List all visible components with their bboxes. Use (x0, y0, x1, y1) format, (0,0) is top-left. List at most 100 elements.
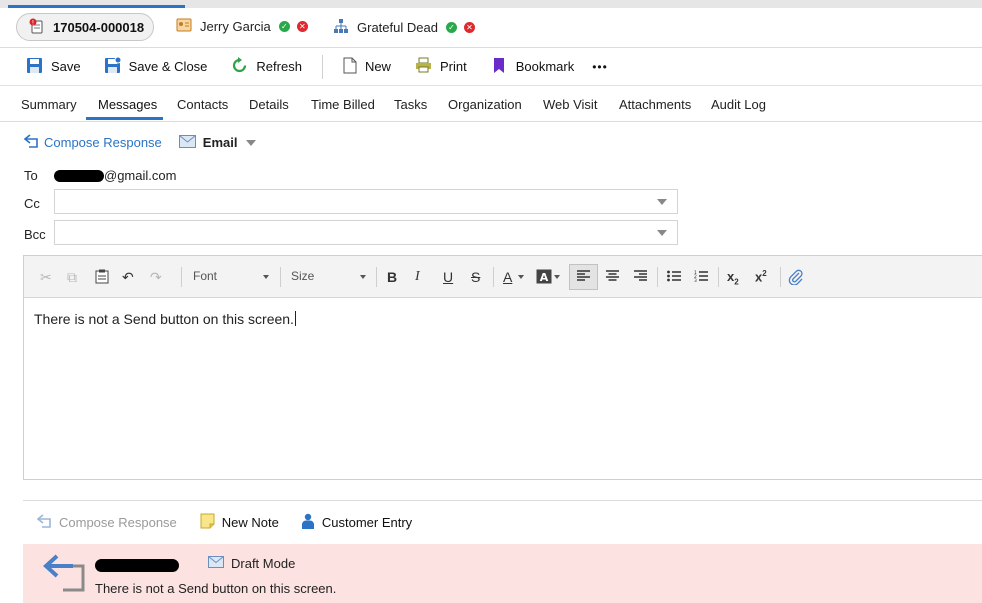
organization-tab[interactable]: Grateful Dead ✓ ✕ (333, 18, 475, 37)
toolbar-divider (493, 267, 494, 287)
bookmark-icon (493, 57, 505, 77)
save-close-icon (104, 56, 122, 77)
check-icon: ✓ (278, 21, 290, 32)
to-field[interactable]: @gmail.com (54, 168, 176, 183)
bold-icon[interactable]: B (387, 269, 397, 285)
printer-icon (415, 57, 432, 76)
email-envelope-icon (178, 134, 196, 151)
tab-summary[interactable]: Summary (21, 97, 77, 112)
floppy-disk-icon (26, 57, 43, 77)
compose-header: Compose Response Email (23, 134, 257, 151)
toolbar-divider (181, 267, 182, 287)
organization-name: Grateful Dead (357, 20, 438, 35)
save-close-button[interactable]: Save & Close (104, 56, 207, 77)
reply-arrow-icon (23, 134, 40, 151)
main-toolbar: Save Save & Close Refresh New Print Book… (0, 48, 982, 86)
italic-icon[interactable]: I (415, 269, 420, 285)
reply-arrow-icon (36, 514, 53, 531)
svg-text:A: A (540, 271, 549, 284)
to-label: To (24, 168, 38, 183)
redacted-address (54, 169, 104, 182)
save-label: Save (51, 59, 81, 74)
undo-icon[interactable]: ↶ (122, 269, 134, 286)
active-tab-underline (86, 117, 163, 120)
message-actions-bar: Compose Response New Note Customer Entry (23, 500, 982, 544)
channel-label: Email (202, 135, 238, 150)
new-document-icon (343, 57, 357, 77)
cc-input[interactable] (54, 189, 678, 214)
align-left-icon[interactable] (577, 269, 590, 285)
numbered-list-icon[interactable]: 123 (694, 269, 708, 285)
channel-selector[interactable]: Email (178, 134, 257, 151)
contact-name: Jerry Garcia (200, 19, 271, 34)
toolbar-divider (657, 267, 658, 287)
bullet-list-icon[interactable] (667, 269, 681, 285)
chevron-down-icon[interactable] (657, 199, 667, 205)
tab-organization[interactable]: Organization (448, 97, 522, 112)
strikethrough-icon[interactable]: S (471, 269, 480, 285)
close-icon[interactable]: ✕ (296, 21, 308, 32)
toolbar-divider (280, 267, 281, 287)
toolbar-divider (321, 54, 323, 79)
chevron-down-icon[interactable] (657, 230, 667, 236)
message-body-text: There is not a Send button on this scree… (34, 311, 294, 327)
save-button[interactable]: Save (26, 57, 81, 77)
tab-messages[interactable]: Messages (98, 97, 157, 112)
editor-toolbar: ✂ ⧉ ↶ ↷ Font Size B I U S A A 1 2 3 x2 x… (24, 256, 982, 298)
tab-audit-log[interactable]: Audit Log (711, 97, 766, 112)
check-icon: ✓ (445, 22, 457, 33)
draft-mode-indicator: Draft Mode (208, 556, 295, 571)
draft-mode-label: Draft Mode (231, 556, 296, 571)
tab-details[interactable]: Details (249, 97, 289, 112)
ticket-tab[interactable]: ! 170504-000018 (16, 13, 154, 41)
copy-icon[interactable]: ⧉ (67, 269, 77, 286)
org-hierarchy-icon (333, 18, 349, 37)
align-right-icon[interactable] (634, 269, 647, 285)
tab-tasks[interactable]: Tasks (394, 97, 427, 112)
print-label: Print (439, 59, 467, 74)
cut-icon[interactable]: ✂ (40, 269, 52, 286)
bookmark-button[interactable]: Bookmark (493, 57, 574, 77)
more-options-button[interactable]: ••• (592, 60, 608, 74)
subscript-icon[interactable]: x2 (727, 269, 739, 287)
new-note-button[interactable]: New Note (200, 513, 279, 532)
font-select[interactable]: Font (193, 269, 217, 283)
paste-icon[interactable] (95, 269, 109, 287)
size-select[interactable]: Size (291, 269, 314, 283)
bcc-input[interactable] (54, 220, 678, 245)
refresh-button[interactable]: Refresh (231, 56, 302, 77)
superscript-icon[interactable]: x2 (755, 269, 767, 284)
reply-arrow-icon (43, 554, 89, 597)
redo-icon[interactable]: ↷ (150, 269, 162, 286)
refresh-label: Refresh (256, 59, 302, 74)
tab-web-visit[interactable]: Web Visit (543, 97, 597, 112)
align-center-icon[interactable] (606, 269, 619, 285)
ticket-icon: ! (29, 18, 45, 37)
contact-tab[interactable]: Jerry Garcia ✓ ✕ (176, 18, 308, 35)
print-button[interactable]: Print (415, 57, 467, 76)
cc-label: Cc (24, 196, 40, 211)
compose-response-button-disabled[interactable]: Compose Response (36, 514, 177, 531)
underline-icon[interactable]: U (443, 269, 453, 285)
chevron-down-icon (360, 275, 366, 279)
font-color-icon[interactable]: A (503, 269, 512, 285)
contact-card-icon (176, 18, 192, 35)
compose-response-link[interactable]: Compose Response (44, 135, 162, 150)
record-tabs-bar: ! 170504-000018 Jerry Garcia ✓ ✕ Gratefu… (0, 8, 982, 48)
tab-contacts[interactable]: Contacts (177, 97, 228, 112)
draft-message-entry[interactable]: Draft Mode There is not a Send button on… (23, 544, 982, 603)
toolbar-divider (718, 267, 719, 287)
close-icon[interactable]: ✕ (463, 22, 475, 33)
attach-paperclip-icon[interactable] (788, 269, 804, 288)
message-body-input[interactable]: There is not a Send button on this scree… (34, 311, 296, 327)
customer-entry-button[interactable]: Customer Entry (301, 513, 412, 533)
message-editor: ✂ ⧉ ↶ ↷ Font Size B I U S A A 1 2 3 x2 x… (23, 255, 982, 480)
email-envelope-icon (208, 556, 224, 571)
bcc-label: Bcc (24, 227, 46, 242)
svg-text:3: 3 (694, 278, 697, 282)
tab-attachments[interactable]: Attachments (619, 97, 691, 112)
tab-time-billed[interactable]: Time Billed (311, 97, 375, 112)
new-button[interactable]: New (343, 57, 391, 77)
highlight-color-icon[interactable]: A (536, 269, 552, 287)
refresh-icon (231, 56, 248, 77)
